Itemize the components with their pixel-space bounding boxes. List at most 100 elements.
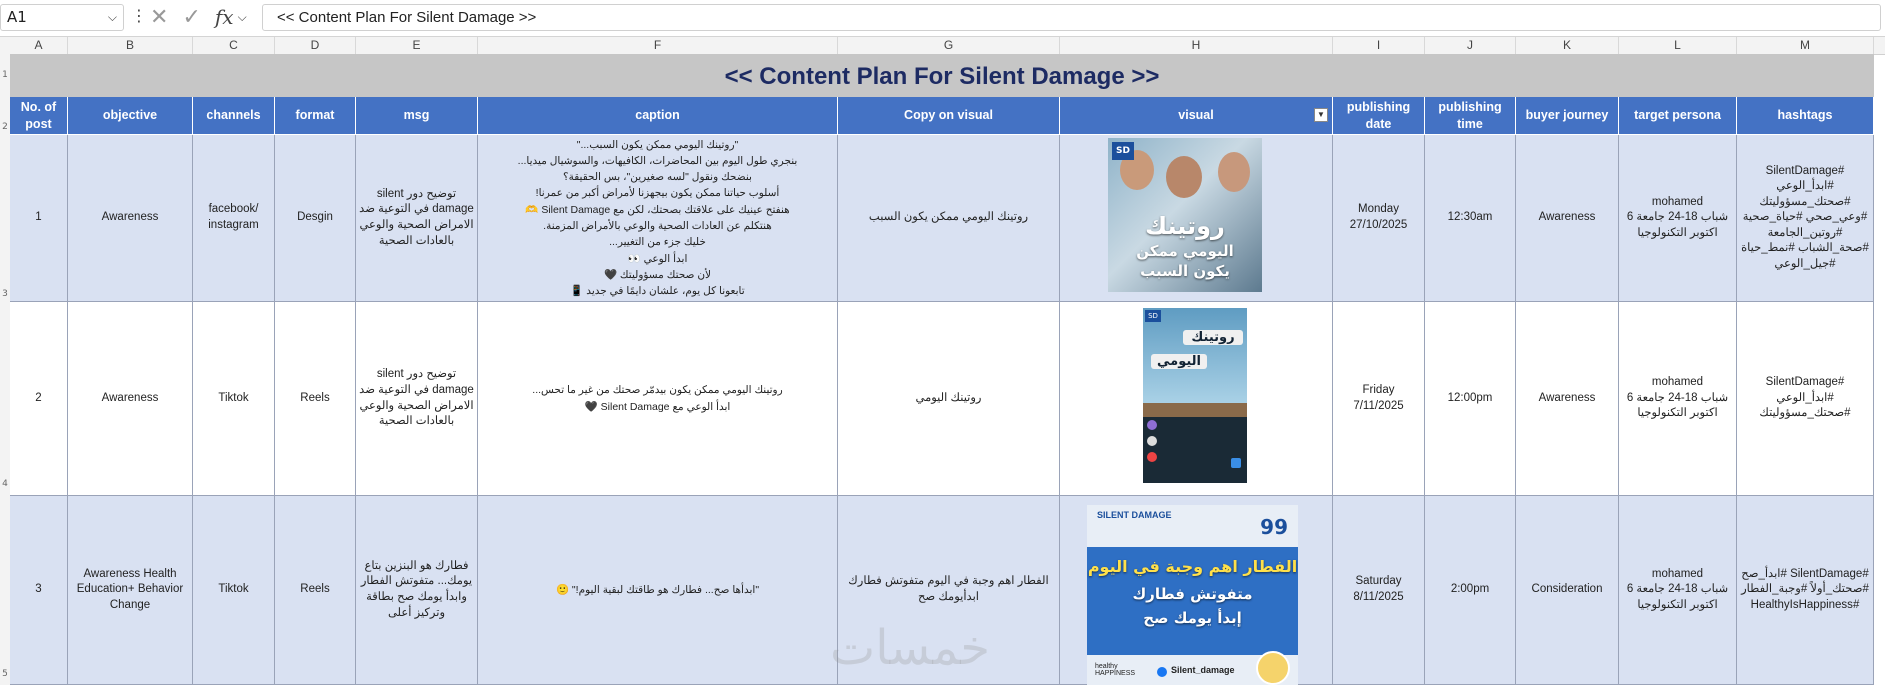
tiktok-comment-icon [1147,452,1157,462]
row-number[interactable]: 1 [0,70,10,80]
visual-desk [1143,403,1247,417]
tiktok-profile-icon [1147,420,1157,430]
cell-caption[interactable]: "ابدأها صح... فطارك هو طاقتك لبقية اليوم… [478,496,838,685]
caption-line: هنفتح عينيك على علاقتك بصحتك، لكن مع Sil… [525,203,790,216]
header-msg[interactable]: msg [356,97,478,135]
cell-copy-on-visual[interactable]: روتينك اليومي [838,302,1060,496]
persona-name: mohamed [1651,195,1704,208]
social-handle: Silent_damage [1171,665,1235,675]
cell-publishing-time[interactable]: 2:00pm [1425,496,1516,685]
caption-line: أسلوب حياتنا ممكن يكون بيجهزنا لأمراض أك… [535,187,780,200]
cell-no[interactable]: 3 [10,496,68,685]
header-buyer-journey[interactable]: buyer journey [1516,97,1619,135]
row-number[interactable]: 2 [0,122,10,132]
cell-target-persona[interactable]: mohamed شباب 18-24 جامعة 6 اكتوبر التكنو… [1619,135,1737,302]
cell-msg[interactable]: فطارك هو البنزين بتاع يومك... متفوتش الف… [356,496,478,685]
cell-target-persona[interactable]: mohamed شباب 18-24 جامعة 6 اكتوبر التكنو… [1619,496,1737,685]
cell-buyer-journey[interactable]: Awareness [1516,135,1619,302]
formula-bar: A1 ⌵ ⋮ ✕ ✓ fx ⌵ << Content Plan For Sile… [0,0,1885,37]
insert-function-icon[interactable]: fx [215,5,234,29]
visual-headline: روتينك [1183,330,1243,345]
cell-format[interactable]: Reels [275,496,356,685]
name-box[interactable]: A1 ⌵ [0,4,124,31]
sheet-title[interactable]: << Content Plan For Silent Damage >> [10,54,1874,98]
visual-line: إبدأ يومك صح [1143,609,1242,627]
cell-format[interactable]: Desgin [275,135,356,302]
cell-hashtags[interactable]: #SilentDamage #ابدأ_الوعي #صحتك_مسؤوليتك [1737,302,1874,496]
cell-msg[interactable]: توضيح دور silent damage في التوعية ضد ال… [356,302,478,496]
column-header-k[interactable]: K [1516,37,1619,54]
column-header-d[interactable]: D [275,37,356,54]
chevron-down-icon[interactable]: ⌵ [108,5,117,30]
confirm-icon[interactable]: ✓ [182,5,200,30]
caption-line: ابدأ الوعي 👀 [627,252,688,265]
column-header-a[interactable]: A [10,37,68,54]
header-channels[interactable]: channels [193,97,275,135]
caption-line: "ابدأها صح... فطارك هو طاقتك لبقية اليوم… [555,583,760,596]
cell-target-persona[interactable]: mohamed شباب 18-24 جامعة 6 اكتوبر التكنو… [1619,302,1737,496]
cell-buyer-journey[interactable]: Consideration [1516,496,1619,685]
cell-channels[interactable]: facebook/ instagram [193,135,275,302]
cell-channels[interactable]: Tiktok [193,496,275,685]
column-header-l[interactable]: L [1619,37,1737,54]
cell-no[interactable]: 1 [10,135,68,302]
cell-publishing-time[interactable]: 12:30am [1425,135,1516,302]
header-hashtags[interactable]: hashtags [1737,97,1874,135]
cell-format[interactable]: Reels [275,302,356,496]
cell-msg[interactable]: توضيح دور silent damage في التوعية ضد ال… [356,135,478,302]
cell-objective[interactable]: Awareness [68,135,193,302]
cell-hashtags[interactable]: #SilentDamage #ابدأ_الوعي #صحتك_مسؤوليتك… [1737,135,1874,302]
header-visual[interactable]: visual ▼ [1060,97,1333,135]
column-header-j[interactable]: J [1425,37,1516,54]
header-visual-label: visual [1178,108,1214,123]
cell-objective[interactable]: Awareness [68,302,193,496]
cell-objective[interactable]: Awareness Health Education+ Behavior Cha… [68,496,193,685]
watermark: خمسات [830,620,991,676]
facebook-icon [1157,667,1167,677]
column-header-c[interactable]: C [193,37,275,54]
row-number[interactable]: 5 [0,669,10,679]
header-caption[interactable]: caption [478,97,838,135]
cell-publishing-date[interactable]: Saturday 8/11/2025 [1333,496,1425,685]
column-header-b[interactable]: B [68,37,193,54]
row-number[interactable]: 4 [0,479,10,489]
formula-input[interactable]: << Content Plan For Silent Damage >> [262,4,1881,31]
chevron-down-icon[interactable]: ⌵ [238,10,247,25]
cell-buyer-journey[interactable]: Awareness [1516,302,1619,496]
column-header-h[interactable]: H [1060,37,1333,54]
column-header-m[interactable]: M [1737,37,1874,54]
cell-copy-on-visual[interactable]: روتينك اليومي ممكن يكون السبب [838,135,1060,302]
header-publishing-date[interactable]: publishing date [1333,97,1425,135]
header-copy-on-visual[interactable]: Copy on visual [838,97,1060,135]
header-format[interactable]: format [275,97,356,135]
row-number[interactable]: 3 [0,289,10,299]
visual-image-1[interactable]: SD روتينك اليومي ممكن يكون السبب [1108,138,1262,292]
caption-line: لأن صحتك مسؤوليتك 🖤 [603,268,712,281]
visual-image-3[interactable]: SILENT DAMAGE 99 الفطار اهم وجبة في اليو… [1087,505,1298,685]
visual-line: يكون السبب [1140,262,1230,280]
cell-caption[interactable]: روتينك اليومي ممكن يكون بيدمّر صحتك من غ… [478,302,838,496]
cell-publishing-date[interactable]: Friday 7/11/2025 [1333,302,1425,496]
column-header-f[interactable]: F [478,37,838,54]
header-publishing-time[interactable]: publishing time [1425,97,1516,135]
more-options-icon[interactable]: ⋮ [131,6,147,25]
cell-no[interactable]: 2 [10,302,68,496]
visual-headline: روتينك [1145,212,1225,240]
header-no[interactable]: No. of post [10,97,68,135]
header-objective[interactable]: objective [68,97,193,135]
cell-channels[interactable]: Tiktok [193,302,275,496]
column-header-i[interactable]: I [1333,37,1425,54]
cell-publishing-time[interactable]: 12:00pm [1425,302,1516,496]
column-headers: A B C D E F G H I J K L M [0,37,1885,55]
name-box-value: A1 [7,8,27,26]
header-target-persona[interactable]: target persona [1619,97,1737,135]
person-shape [1166,156,1202,198]
cell-publishing-date[interactable]: Monday 27/10/2025 [1333,135,1425,302]
filter-dropdown-icon[interactable]: ▼ [1314,108,1328,122]
cell-hashtags[interactable]: #SilentDamage #ابدأ_صح #صحتك_أولاً #وجبة… [1737,496,1874,685]
column-header-e[interactable]: E [356,37,478,54]
cancel-icon[interactable]: ✕ [150,5,168,30]
cell-caption[interactable]: "روتينك اليومي ممكن يكون السبب..." بنجري… [478,135,838,302]
visual-image-2[interactable]: SD روتينك اليومي [1143,308,1247,483]
column-header-g[interactable]: G [838,37,1060,54]
